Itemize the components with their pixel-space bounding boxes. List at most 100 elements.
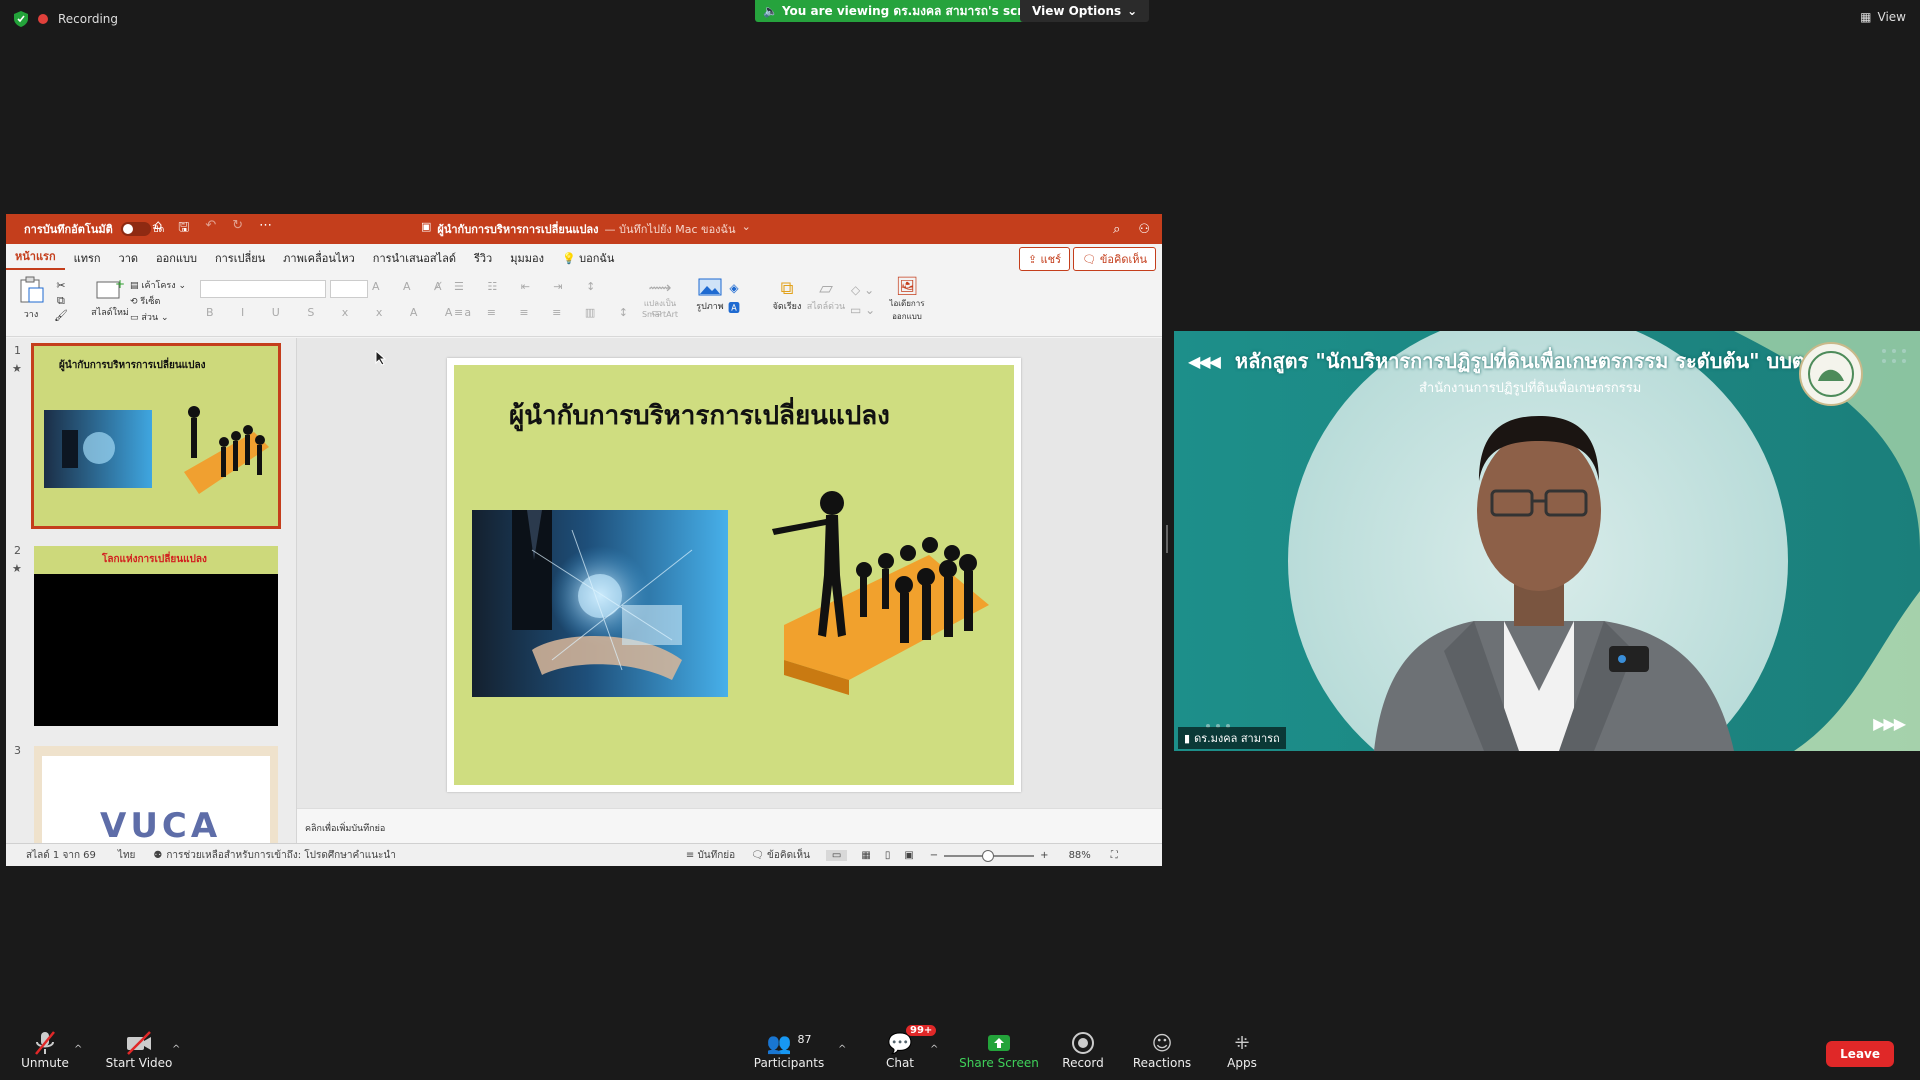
tab-review[interactable]: รีวิว [465,249,501,267]
font-size-buttons[interactable]: A A Ⱥ [372,280,452,293]
save-icon[interactable]: 🖫 [178,218,189,240]
comments-label: ข้อคิดเห็น [1099,253,1147,266]
accessibility-label[interactable]: การช่วยเหลือสำหรับการเข้าถึง: โปรดศึกษาค… [166,848,395,863]
slide-thumbnail-2[interactable]: โลกแห่งการเปลี่ยนแปลง [34,546,278,726]
font-name-select[interactable] [200,280,326,301]
share-button[interactable]: ⇪ แชร์ [1018,247,1070,271]
audio-options-caret[interactable]: ^ [74,1044,82,1055]
copy-icon[interactable]: ⧉ [54,293,68,308]
recording-indicator[interactable]: Recording [14,11,118,27]
autosave-toggle[interactable] [120,222,151,236]
textbox-icon[interactable]: 🅰 [728,298,740,318]
participants-options-caret[interactable]: ^ [838,1044,846,1055]
share-screen-label: Share Screen [959,1056,1039,1070]
share-people-icon[interactable]: ⚇ [1138,222,1150,237]
ribbon-toolbar: วาง ✂ ⧉ 🖌 + สไลด์ใหม่ ▤ เค้าโครง ⌄ ⟲ รีเ… [6,272,1162,337]
chat-badge: 99+ [906,1025,937,1036]
tab-home[interactable]: หน้าแรก [6,247,65,270]
microphone-muted-icon [35,1031,55,1055]
slideshow-icon[interactable]: ▣ [904,850,913,861]
participants-button[interactable]: 👥 87 Participants [744,1030,834,1070]
zoom-out-icon[interactable]: − [930,850,938,861]
animation-star-icon: ★ [12,562,22,575]
layout-button[interactable]: ▤ เค้าโครง ⌄ [130,278,186,294]
slide-sorter-icon[interactable]: ▦ [861,850,870,861]
leader-figures-image[interactable] [754,485,994,695]
search-icon[interactable]: ⌕ [1113,222,1120,237]
tab-animations[interactable]: ภาพเคลื่อนไหว [274,249,364,267]
video-banner: ◀◀◀ หลักสูตร "นักบริหารการปฏิรูปที่ดินเพ… [1188,345,1812,377]
notes-pane[interactable]: คลิกเพื่อเพิ่มบันทึกย่อ [297,808,1162,844]
undo-icon[interactable]: ↶ [205,218,216,240]
recording-label: Recording [58,12,119,26]
picture-button[interactable]: รูปภาพ [692,278,728,313]
splitter-handle[interactable] [1166,525,1168,553]
leave-button[interactable]: Leave [1826,1041,1894,1067]
tech-hand-image[interactable] [472,510,728,697]
font-size-select[interactable] [330,280,368,301]
reactions-button[interactable]: ☺ Reactions [1117,1030,1207,1070]
convert-smartart-button[interactable]: ⟿ แปลงเป็น SmartArt [636,278,684,319]
shield-icon [14,11,28,27]
shapes-button[interactable]: ◈ 🅰 [728,278,740,318]
tab-design[interactable]: ออกแบบ [147,249,206,267]
video-options-caret[interactable]: ^ [172,1044,180,1055]
zoom-in-icon[interactable]: + [1040,850,1048,861]
document-title[interactable]: ▣ ผู้นำกับการบริหารการเปลี่ยนแปลง — บันท… [421,220,751,238]
design-ideas-button[interactable]: 🖼 ไอเดียการออกแบบ [884,276,930,323]
more-icon[interactable]: ⋯ [259,218,272,240]
slide-thumbnail-3[interactable]: VUCA [34,746,278,843]
paste-button[interactable]: วาง [14,276,48,321]
tab-draw[interactable]: วาด [110,249,148,267]
slide-number: 3 [14,744,21,757]
forward-arrows-icon: ▶▶▶ [1873,714,1906,733]
slide-title[interactable]: ผู้นำกับการบริหารการเปลี่ยนแปลง [509,395,890,436]
comments-toggle-button[interactable]: 🗨 ข้อคิดเห็น [751,848,810,863]
normal-view-icon[interactable]: ▭ [825,850,848,861]
list-buttons[interactable]: ☰ ☷ ⇤ ⇥ ↕ [454,280,605,293]
section-button[interactable]: ▭ ส่วน ⌄ [130,310,186,326]
fill-outline-buttons[interactable]: ◇ ⌄ ▭ ⌄ [850,280,875,320]
start-video-button[interactable]: Start Video [94,1030,184,1070]
format-painter-icon[interactable]: 🖌 [54,308,68,323]
powerpoint-window: การบันทึกอัตโนมัติ ปิด ⌂ 🖫 ↶ ↻ ⋯ ▣ ผู้นำ… [6,214,1162,866]
view-options-button[interactable]: View Options ⌄ [1020,0,1150,22]
speaker-video[interactable]: ◀◀◀ หลักสูตร "นักบริหารการปฏิรูปที่ดินเพ… [1174,331,1920,751]
apps-button[interactable]: ⁜ Apps [1197,1030,1287,1071]
language-label[interactable]: ไทย [118,848,135,863]
quick-styles-button[interactable]: ▱ สไตล์ด่วน [806,278,846,313]
new-slide-button[interactable]: + สไลด์ใหม่ [90,276,130,319]
tell-me-label: บอกฉัน [579,252,615,265]
redo-icon[interactable]: ↻ [232,218,243,240]
zoom-level[interactable]: 88% [1069,850,1091,861]
reset-button[interactable]: ⟲ รีเซ็ต [130,294,186,310]
current-slide[interactable]: ผู้นำกับการบริหารการเปลี่ยนแปลง [447,358,1021,792]
picture-label: รูปภาพ [696,302,724,312]
tab-tell-me[interactable]: 💡 บอกฉัน [553,249,623,267]
tab-view[interactable]: มุมมอง [501,249,553,267]
tab-transitions[interactable]: การเปลี่ยน [206,249,274,267]
notes-btn-label: บันทึกย่อ [697,850,736,861]
record-button[interactable]: Record [1038,1030,1128,1070]
view-button[interactable]: ▦ View [1860,10,1906,24]
slide-editor[interactable]: ผู้นำกับการบริหารการเปลี่ยนแปลง [297,338,1162,808]
arrange-button[interactable]: ⧉ จัดเรียง [770,278,804,313]
slide-thumbnail-1[interactable]: ผู้นำกับการบริหารการเปลี่ยนแปลง [31,343,281,529]
reading-view-icon[interactable]: ▯ [885,850,891,861]
home-icon[interactable]: ⌂ [154,218,162,240]
animation-star-icon: ★ [12,362,22,375]
chat-options-caret[interactable]: ^ [930,1044,938,1055]
notes-toggle-button[interactable]: ≡ บันทึกย่อ [686,848,735,863]
tab-slideshow[interactable]: การนำเสนอสไลด์ [364,249,465,267]
cut-icon[interactable]: ✂ [54,278,68,293]
font-style-buttons[interactable]: B I U S x x A Aa [206,306,483,319]
zoom-slider[interactable] [944,849,1035,862]
comments-button[interactable]: 🗨 ข้อคิดเห็น [1073,247,1156,271]
share-screen-button[interactable]: Share Screen [954,1030,1044,1070]
unmute-label: Unmute [21,1056,69,1070]
zoom-slider-thumb[interactable] [982,849,995,862]
fit-slide-icon[interactable]: ⛶ [1111,850,1118,861]
new-slide-icon: + [96,277,125,299]
autosave-control[interactable]: การบันทึกอัตโนมัติ ปิด [24,220,164,238]
tab-insert[interactable]: แทรก [65,249,110,267]
